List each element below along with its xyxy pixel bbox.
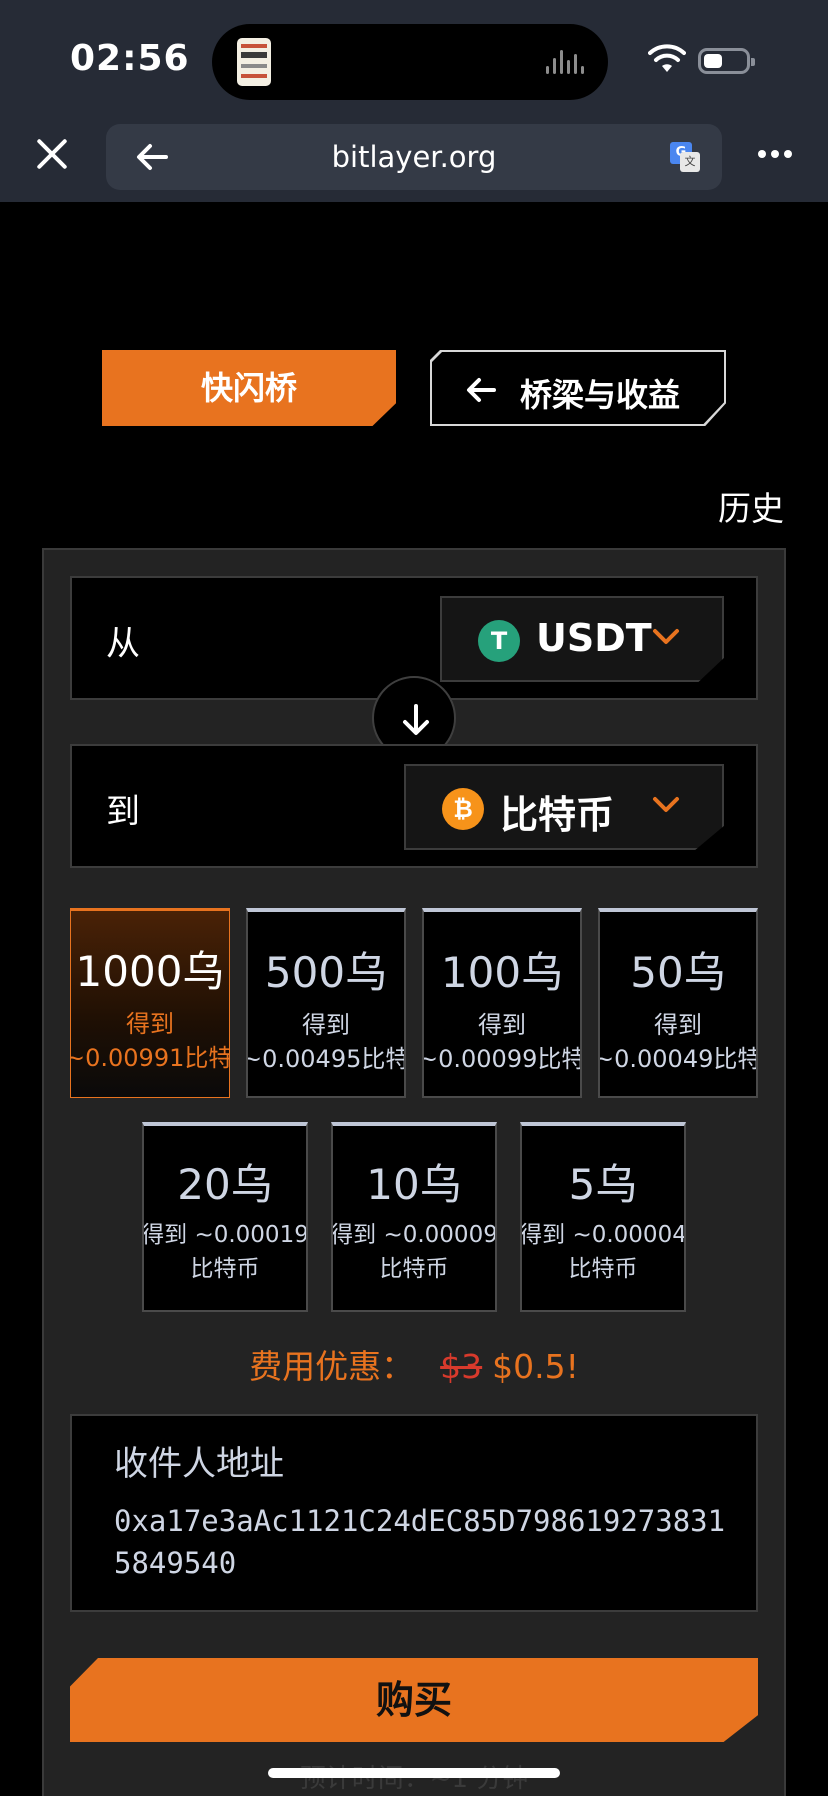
amount-option-10[interactable]: 10乌 得到 ~0.00009比特币 <box>331 1122 497 1312</box>
amount-option-1000[interactable]: 1000乌 得到 ~0.00991比特币 <box>70 908 230 1098</box>
browser-chrome: 02:56 bitlayer.org G文 <box>0 0 828 202</box>
receive-estimate: ~0.00049比特币 <box>598 1045 756 1073</box>
amount-value: 1000乌 <box>75 947 225 996</box>
address-bar[interactable]: bitlayer.org G文 <box>106 124 722 190</box>
close-icon[interactable] <box>34 136 70 172</box>
usdt-icon: T <box>478 620 520 662</box>
history-link[interactable]: 历史 <box>718 482 784 530</box>
recipient-address[interactable]: 0xa17e3aAc1121C24dEC85D79861927383158495… <box>114 1500 734 1584</box>
to-token-name: 比特币 <box>500 793 615 837</box>
buy-button-label: 购买 <box>375 1678 452 1722</box>
tab-bridge-and-earn[interactable]: 桥梁与收益 <box>430 350 726 426</box>
wifi-icon <box>648 44 686 72</box>
amount-option-5[interactable]: 5乌 得到 ~0.00004比特币 <box>520 1122 686 1312</box>
battery-icon <box>698 48 755 74</box>
dynamic-island <box>212 24 608 100</box>
amount-value: 10乌 <box>366 1160 462 1209</box>
to-token-selector[interactable]: ₿ 比特币 <box>404 764 724 850</box>
fee-discount: 费用优惠： $3 $0.5! <box>0 1340 828 1388</box>
receive-estimate: 得到 ~0.00009比特币 <box>331 1222 497 1282</box>
audio-wave-icon <box>546 50 586 74</box>
recipient-address-field[interactable]: 收件人地址 0xa17e3aAc1121C24dEC85D79861927383… <box>70 1414 758 1612</box>
receive-estimate: ~0.00991比特币 <box>70 1044 230 1072</box>
status-time: 02:56 <box>70 38 190 79</box>
tab-bridge-and-earn-label: 桥梁与收益 <box>520 376 681 414</box>
receive-label: 得到 <box>126 1010 174 1038</box>
tab-flash-bridge-label: 快闪桥 <box>200 369 297 407</box>
receive-label: 得到 <box>302 1011 350 1039</box>
from-label: 从 <box>106 624 140 664</box>
amount-value: 500乌 <box>264 948 388 997</box>
receive-estimate: 得到 ~0.00019比特币 <box>142 1222 308 1282</box>
to-row: 到 ₿ 比特币 <box>70 744 758 868</box>
receive-label: 得到 <box>654 1011 702 1039</box>
amount-value: 50乌 <box>630 948 726 997</box>
amount-value: 20乌 <box>177 1160 273 1209</box>
url-text[interactable]: bitlayer.org <box>106 140 722 174</box>
chevron-down-icon <box>653 629 679 644</box>
from-token-name: USDT <box>536 616 652 660</box>
translate-icon[interactable]: G文 <box>670 142 700 172</box>
receive-estimate: 得到 ~0.00004比特币 <box>520 1222 686 1282</box>
amount-option-50[interactable]: 50乌 得到 ~0.00049比特币 <box>598 908 758 1098</box>
fee-old-price: $3 <box>440 1347 483 1386</box>
bitcoin-icon: ₿ <box>442 788 484 830</box>
amount-value: 100乌 <box>440 948 564 997</box>
recipient-label: 收件人地址 <box>114 1444 284 1484</box>
left-arrow-icon <box>467 378 496 402</box>
now-playing-app-icon <box>237 38 271 86</box>
receive-label: 得到 <box>478 1011 526 1039</box>
to-label: 到 <box>106 792 140 832</box>
fee-label: 费用优惠： <box>249 1347 415 1386</box>
amount-option-20[interactable]: 20乌 得到 ~0.00019比特币 <box>142 1122 308 1312</box>
amount-option-100[interactable]: 100乌 得到 ~0.00099比特币 <box>422 908 582 1098</box>
buy-button[interactable]: 购买 <box>70 1658 758 1742</box>
amount-option-500[interactable]: 500乌 得到 ~0.00495比特币 <box>246 908 406 1098</box>
receive-estimate: ~0.00099比特币 <box>422 1045 580 1073</box>
chevron-down-icon <box>653 797 679 812</box>
home-indicator[interactable] <box>268 1768 560 1778</box>
fee-new-price: $0.5! <box>492 1347 579 1386</box>
from-token-selector[interactable]: T USDT <box>440 596 724 682</box>
tab-flash-bridge[interactable]: 快闪桥 <box>102 350 396 426</box>
amount-value: 5乌 <box>568 1160 638 1209</box>
down-arrow-icon <box>403 704 429 735</box>
receive-estimate: ~0.00495比特币 <box>246 1045 404 1073</box>
more-menu-icon[interactable] <box>758 150 792 160</box>
